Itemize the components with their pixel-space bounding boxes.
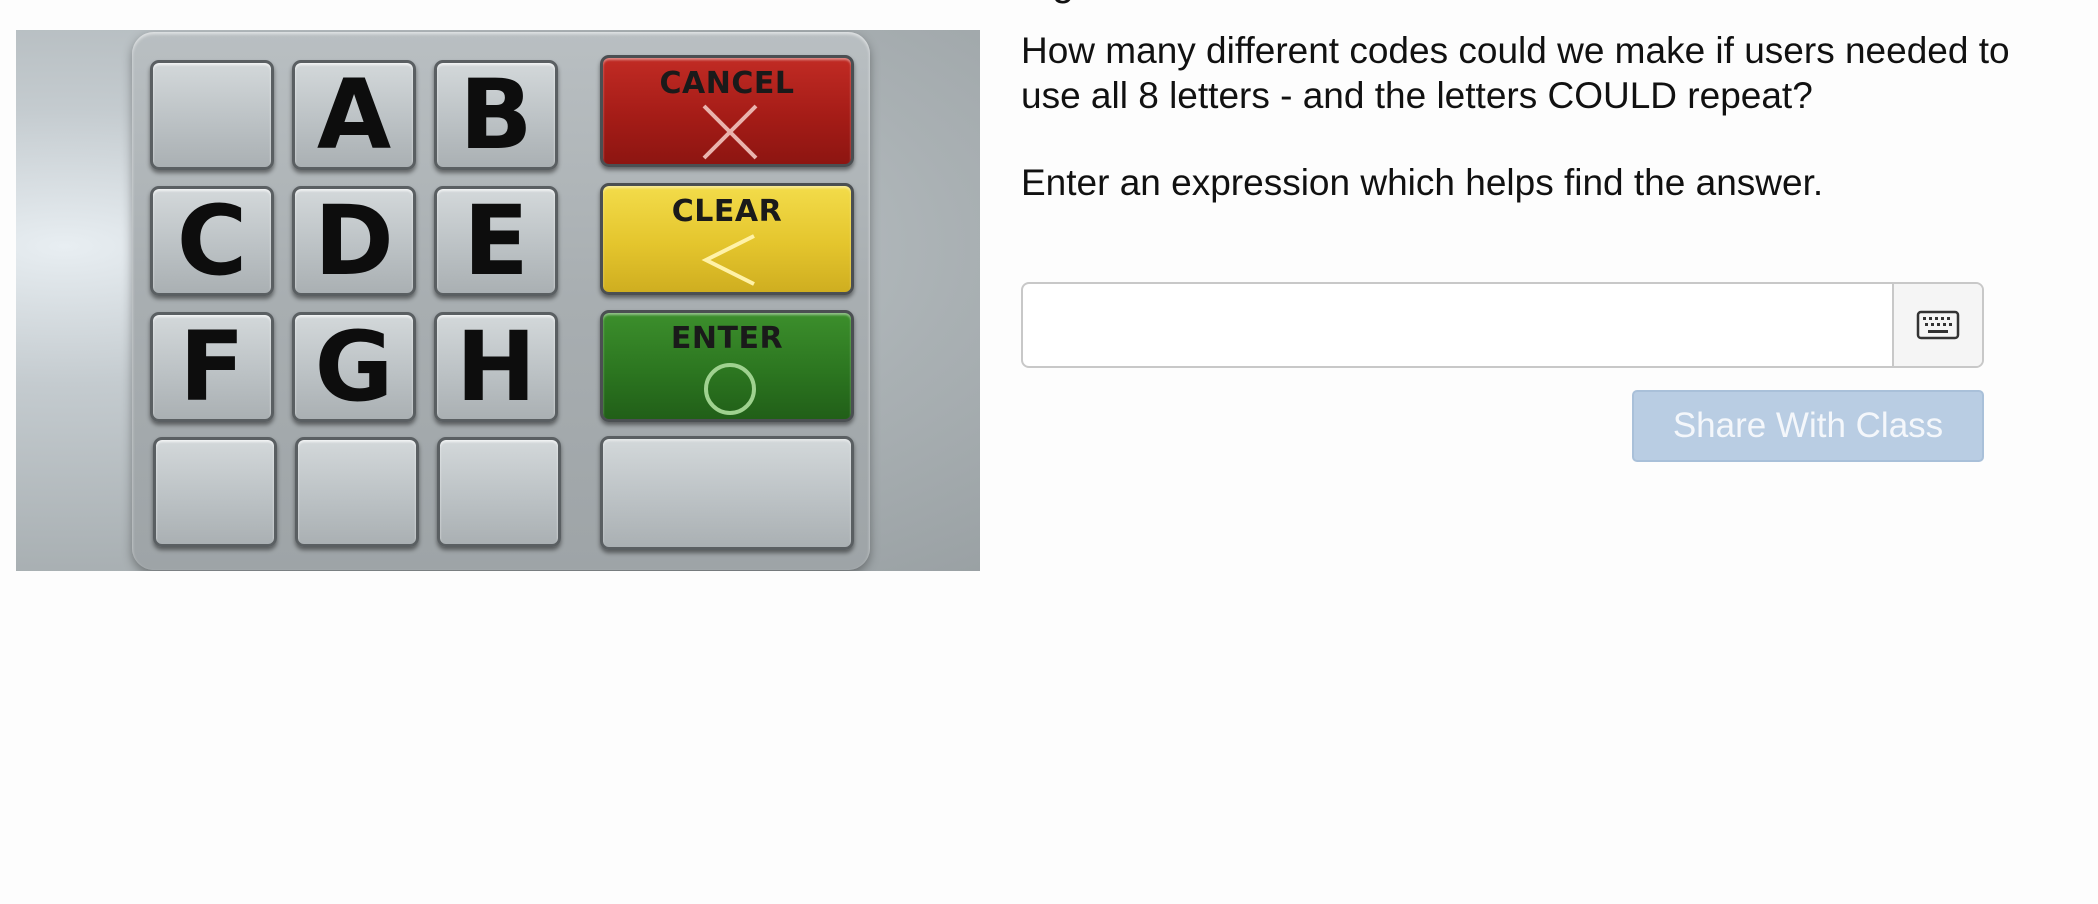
key-b: B	[434, 59, 558, 171]
question-text: How many different codes could we make i…	[1021, 30, 2010, 116]
key-f: F	[150, 311, 274, 423]
enter-key-label: ENTER	[670, 321, 784, 356]
blank-key	[150, 60, 274, 170]
key-e: E	[434, 185, 558, 297]
keyboard-icon	[1916, 310, 1960, 340]
clear-key: CLEAR	[600, 183, 854, 295]
cancel-key: CANCEL	[600, 55, 854, 167]
blank-key	[295, 437, 419, 547]
answer-input[interactable]	[1023, 284, 1895, 366]
instruction-text: Enter an expression which helps find the…	[1021, 162, 1824, 203]
blank-wide-key	[600, 436, 854, 550]
key-h: H	[434, 311, 558, 423]
clear-arrow-icon	[701, 234, 755, 286]
blank-key	[153, 437, 277, 547]
share-with-class-button[interactable]: Share With Class	[1632, 390, 1984, 462]
enter-key: ENTER	[600, 310, 854, 422]
answer-field	[1021, 282, 1984, 368]
key-c: C	[150, 185, 274, 297]
blank-key	[437, 437, 561, 547]
cancel-x-icon	[702, 104, 758, 160]
key-a: A	[292, 59, 416, 171]
key-g: G	[292, 311, 416, 423]
clear-key-label: CLEAR	[671, 194, 783, 229]
keypad-image: A B CANCEL C D E CLEAR F G H ENTER	[16, 30, 980, 571]
enter-circle-icon	[704, 363, 756, 415]
cancel-key-label: CANCEL	[659, 66, 795, 101]
key-d: D	[292, 185, 416, 297]
math-keyboard-button[interactable]	[1892, 284, 1982, 366]
clipped-heading-fragment: g	[1052, 0, 1074, 5]
